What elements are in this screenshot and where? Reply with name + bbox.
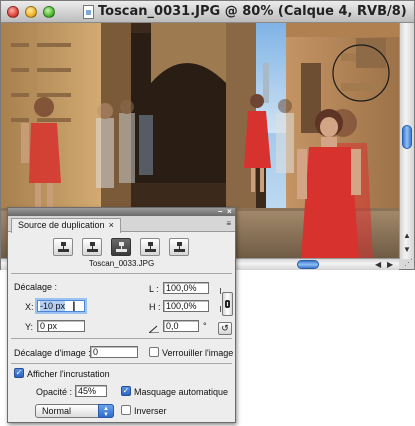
invert-checkbox[interactable] xyxy=(121,405,131,415)
show-overlay-label: Afficher l'incrustation xyxy=(27,369,110,379)
reset-transform-button[interactable]: ↺ xyxy=(218,322,232,335)
angle-icon xyxy=(149,325,159,333)
width-scale-field[interactable]: 100,0% xyxy=(163,282,209,294)
panel-collapse-icon[interactable]: – xyxy=(218,207,222,216)
select-arrows-icon: ▲ ▼ xyxy=(98,404,114,418)
panel-close-icon[interactable]: × xyxy=(227,207,232,216)
link-bracket-bottom xyxy=(217,306,221,312)
show-overlay-checkbox[interactable]: ✓ xyxy=(14,368,24,378)
height-scale-label: H : xyxy=(149,302,161,312)
x-offset-label: X: xyxy=(25,302,34,312)
clone-stamp-icon xyxy=(174,242,185,252)
source-filename: Toscan_0033.JPG xyxy=(88,259,155,268)
lock-frame-checkbox[interactable] xyxy=(149,347,159,357)
lock-frame-label: Verrouiller l'image xyxy=(162,348,234,358)
x-offset-value: -10 px xyxy=(40,301,66,311)
offset-section-label: Décalage : xyxy=(14,282,58,292)
auto-hide-label: Masquage automatique xyxy=(134,387,229,397)
link-proportions-button[interactable] xyxy=(222,292,233,316)
width-scale-label: L : xyxy=(149,284,159,294)
clone-stamp-icon xyxy=(145,242,156,252)
zoom-window-button[interactable] xyxy=(43,6,55,18)
text-cursor-icon: Ⅰ xyxy=(72,299,76,314)
link-bracket-top xyxy=(217,288,221,294)
panel-menu-icon[interactable]: ≡ xyxy=(226,219,231,228)
window-title: Toscan_0031.JPG @ 80% (Calque 4, RVB/8) xyxy=(98,4,407,19)
reset-icon: ↺ xyxy=(221,323,229,333)
blend-mode-value: Normal xyxy=(42,406,72,416)
divider xyxy=(11,338,232,339)
scroll-down-arrow-icon[interactable]: ▼ xyxy=(403,245,411,254)
clone-source-button-3[interactable] xyxy=(111,238,131,256)
y-offset-field[interactable]: 0 px xyxy=(37,320,85,332)
tab-clone-source[interactable]: Source de duplication × xyxy=(11,218,121,233)
clone-source-button-2[interactable] xyxy=(82,238,102,256)
vertical-scroll-thumb[interactable] xyxy=(402,125,412,149)
height-scale-field[interactable]: 100,0% xyxy=(163,300,209,312)
title-bar[interactable]: Toscan_0031.JPG @ 80% (Calque 4, RVB/8) xyxy=(1,1,414,23)
clone-source-button-4[interactable] xyxy=(140,238,160,256)
chain-link-icon xyxy=(225,300,230,308)
horizontal-scroll-thumb[interactable] xyxy=(297,260,319,269)
frame-offset-field[interactable]: 0 xyxy=(90,346,138,358)
degree-symbol: ° xyxy=(203,321,207,331)
rotation-angle-field[interactable]: 0,0 xyxy=(163,320,199,332)
opacity-label: Opacité : xyxy=(36,387,73,397)
y-offset-label: Y: xyxy=(25,322,34,332)
clone-source-button-1[interactable] xyxy=(53,238,73,256)
scroll-up-arrow-icon[interactable]: ▲ xyxy=(403,231,411,240)
invert-label: Inverser xyxy=(134,406,167,416)
scroll-left-arrow-icon[interactable]: ◀ xyxy=(375,260,381,269)
tab-label: Source de duplication xyxy=(18,220,105,230)
resize-grip-icon[interactable]: ⋰ xyxy=(401,257,413,268)
panel-drag-bar[interactable]: – × xyxy=(8,207,235,216)
close-window-button[interactable] xyxy=(7,6,19,18)
clone-stamp-icon xyxy=(87,242,98,252)
divider xyxy=(11,273,232,274)
tab-close-icon[interactable]: × xyxy=(109,220,114,230)
minimize-window-button[interactable] xyxy=(25,6,37,18)
opacity-field[interactable]: 45% xyxy=(75,385,107,397)
panel-tab-row: Source de duplication × ≡ xyxy=(8,216,235,233)
scroll-right-arrow-icon[interactable]: ▶ xyxy=(387,260,393,269)
blend-mode-select[interactable]: Normal ▲ ▼ xyxy=(35,404,114,418)
vertical-scrollbar[interactable]: ▲ ▼ xyxy=(399,23,414,259)
document-icon xyxy=(83,5,94,19)
frame-offset-label: Décalage d'image : xyxy=(14,348,91,358)
clone-source-button-5[interactable] xyxy=(169,238,189,256)
divider xyxy=(11,363,232,364)
clone-stamp-icon xyxy=(58,242,69,252)
auto-hide-checkbox[interactable]: ✓ xyxy=(121,386,131,396)
clone-stamp-icon xyxy=(116,242,127,252)
clone-source-panel: – × Source de duplication × ≡ Toscan_0033… xyxy=(7,207,236,423)
